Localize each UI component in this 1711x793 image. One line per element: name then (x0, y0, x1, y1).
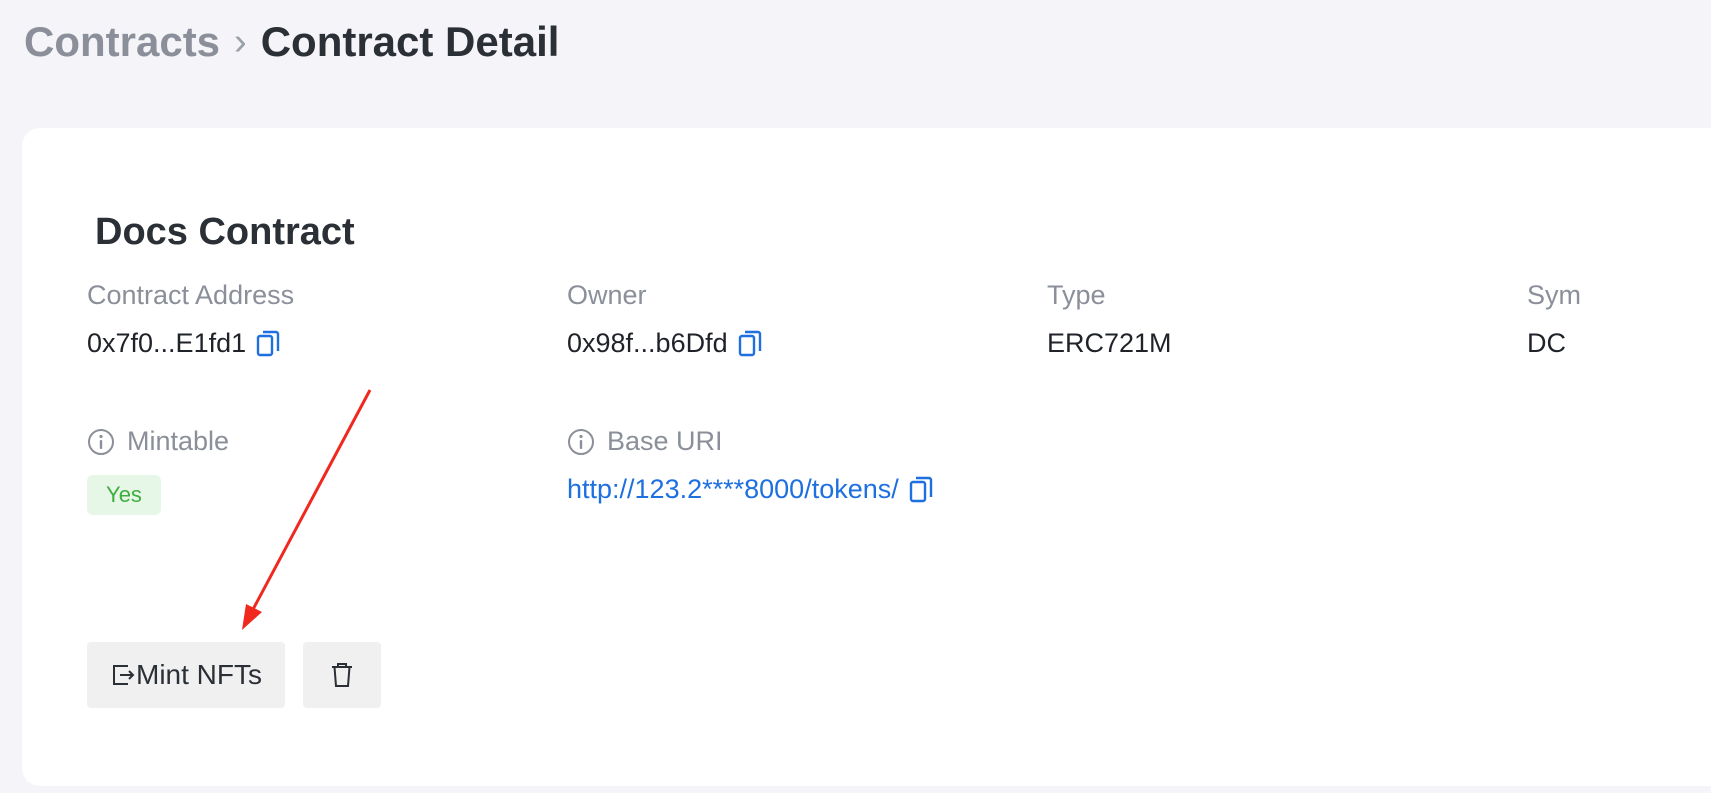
contract-name: Docs Contract (95, 211, 355, 253)
contract-address-field: 0x7f0...E1fd1 (87, 328, 280, 359)
type-value: ERC721M (1047, 328, 1172, 358)
symbol-label: Sym (1527, 280, 1581, 310)
base-uri-label-row: Base URI (567, 426, 723, 457)
owner-value: 0x98f...b6Dfd (567, 328, 728, 358)
contract-detail-card: Docs Contract Contract Address 0x7f0...E… (22, 128, 1711, 786)
mintable-status-badge: Yes (87, 475, 161, 515)
owner-field: 0x98f...b6Dfd (567, 328, 762, 359)
contract-address-value: 0x7f0...E1fd1 (87, 328, 247, 358)
info-icon[interactable] (87, 428, 115, 456)
trash-icon (332, 663, 352, 687)
delete-contract-button[interactable] (303, 642, 381, 708)
copy-icon[interactable] (256, 330, 280, 358)
symbol-value: DC (1527, 328, 1566, 358)
breadcrumb-separator: › (234, 20, 247, 63)
page-title: Contract Detail (260, 18, 560, 65)
contract-address-label: Contract Address (87, 280, 295, 310)
export-icon (113, 665, 135, 685)
info-icon[interactable] (567, 428, 595, 456)
base-uri-label: Base URI (607, 426, 723, 456)
base-uri-link[interactable]: http://123.2****8000/tokens/ (567, 474, 899, 505)
breadcrumb-contracts-link[interactable]: Contracts (24, 18, 220, 66)
copy-icon[interactable] (909, 476, 933, 504)
mintable-label: Mintable (127, 426, 230, 456)
breadcrumb: Contracts › Contract Detail (24, 14, 559, 70)
type-label: Type (1047, 280, 1106, 310)
mint-nfts-label: Mint NFTs (136, 659, 262, 690)
base-uri-field: http://123.2****8000/tokens/ (567, 474, 933, 505)
copy-icon[interactable] (738, 330, 762, 358)
mint-nfts-button[interactable]: Mint NFTs (87, 642, 285, 708)
mintable-label-row: Mintable (87, 426, 229, 457)
owner-label: Owner (567, 280, 647, 310)
